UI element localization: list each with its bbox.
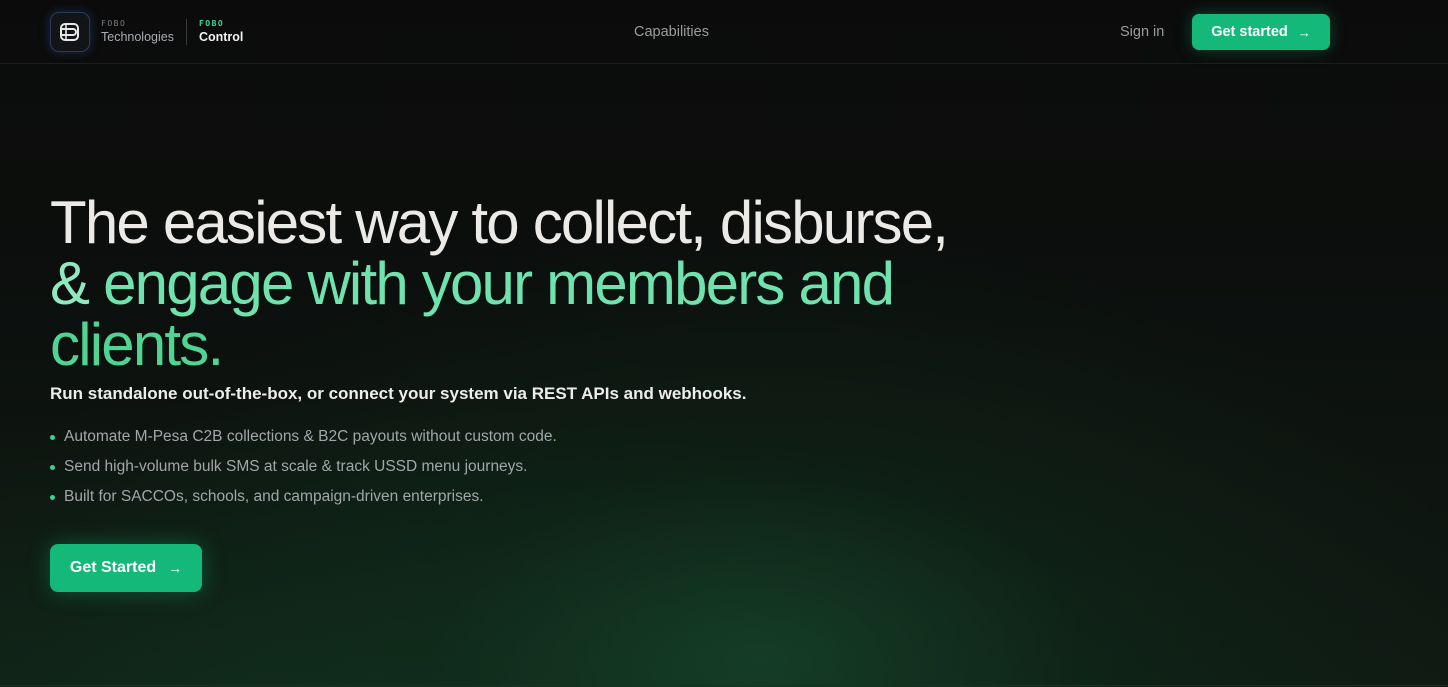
- feature-text: Built for SACCOs, schools, and campaign-…: [64, 488, 484, 505]
- nav-link-capabilities[interactable]: Capabilities: [634, 23, 709, 41]
- arrow-right-icon: →: [1297, 24, 1311, 40]
- landing-page: FOBO Technologies FOBO Control Capabilit…: [0, 0, 1448, 687]
- product-name-label: Control: [198, 30, 244, 44]
- hero-title-line-3: clients.: [50, 311, 224, 378]
- section-divider: [0, 685, 1448, 686]
- bullet-dot-icon: [50, 464, 55, 470]
- hero-title-line-1: The easiest way to collect, disburse,: [50, 189, 949, 256]
- feature-list-item: Automate M-Pesa C2B collections & B2C pa…: [50, 422, 557, 452]
- header-get-started-label: Get started: [1211, 24, 1288, 40]
- bullet-dot-icon: [50, 494, 55, 500]
- brand-logo[interactable]: FOBO Technologies FOBO Control: [50, 12, 243, 52]
- hero-title-line-2-text: engage with your members and: [88, 250, 895, 317]
- product-small-label: FOBO: [198, 19, 225, 28]
- feature-list: Automate M-Pesa C2B collections & B2C pa…: [50, 422, 557, 512]
- hero-get-started-button[interactable]: Get Started →: [50, 544, 202, 592]
- sign-in-link[interactable]: Sign in: [1120, 23, 1164, 41]
- header-get-started-button[interactable]: Get started →: [1192, 14, 1330, 50]
- company-name: FOBO Technologies: [101, 19, 174, 45]
- company-small-label: FOBO: [101, 19, 127, 28]
- top-header: FOBO Technologies FOBO Control Capabilit…: [0, 0, 1448, 64]
- feature-text: Automate M-Pesa C2B collections & B2C pa…: [64, 428, 557, 445]
- fobo-logo-icon: [50, 12, 90, 52]
- hero-title-ampersand: &: [50, 250, 90, 317]
- arrow-right-icon: →: [168, 560, 183, 576]
- feature-list-item: Send high-volume bulk SMS at scale & tra…: [50, 452, 557, 482]
- feature-text: Send high-volume bulk SMS at scale & tra…: [64, 458, 528, 475]
- product-name: FOBO Control: [199, 19, 243, 45]
- company-name-label: Technologies: [101, 30, 174, 44]
- hero-title-line-2: & engage with your members and: [50, 253, 1050, 314]
- hero-title: The easiest way to collect, disburse, & …: [50, 192, 1050, 375]
- hero-get-started-label: Get Started: [69, 559, 157, 576]
- bullet-dot-icon: [50, 434, 55, 440]
- hero-subtitle: Run standalone out-of-the-box, or connec…: [50, 384, 747, 403]
- brand-divider: [185, 19, 187, 45]
- feature-list-item: Built for SACCOs, schools, and campaign-…: [50, 482, 557, 512]
